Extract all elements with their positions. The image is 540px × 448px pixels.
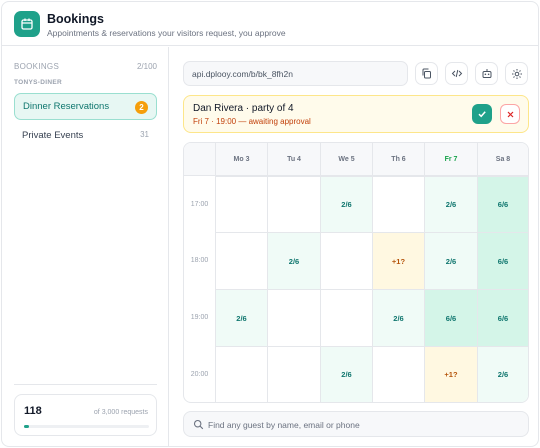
sidebar-item-dinner-reservations[interactable]: Dinner Reservations 2 <box>14 93 157 120</box>
time-slot[interactable] <box>320 232 372 289</box>
request-time: Fri 7 · 19:00 — awaiting approval <box>193 117 311 126</box>
pending-badge: 2 <box>135 101 148 114</box>
api-url-field[interactable]: api.dplooy.com/b/bk_8fh2n <box>183 61 408 86</box>
time-slot[interactable]: 2/6 <box>267 232 320 289</box>
org-name: TONYS-DINER <box>14 79 62 86</box>
booking-count: 2/100 <box>136 62 157 71</box>
time-slot[interactable]: 2/6 <box>320 176 372 232</box>
time-slot[interactable] <box>267 289 320 346</box>
embed-code-button[interactable] <box>445 62 468 85</box>
day-header: We 5 <box>320 143 372 176</box>
usage-bar-fill <box>24 425 29 428</box>
day-header: Sa 8 <box>477 143 528 176</box>
availability-calendar: Mo 3 Tu 4 We 5 Th 6 Fr 7 Sa 8 17:00 2/6 2/6 6/6 1… <box>183 142 529 403</box>
code-icon <box>451 69 462 78</box>
search-input[interactable]: Find any guest by name, email or phone <box>208 420 360 430</box>
time-slot[interactable]: 2/6 <box>424 232 477 289</box>
app-subtitle: Appointments & reservations your visitor… <box>47 28 286 38</box>
day-header: Fr 7 <box>424 143 477 176</box>
search-icon <box>193 419 204 430</box>
time-slot[interactable]: +1? <box>424 346 477 402</box>
guest-name: Dan Rivera · party of 4 <box>193 103 294 114</box>
time-slot[interactable] <box>372 176 424 232</box>
robot-icon <box>482 69 491 78</box>
app-title: Bookings <box>47 12 104 26</box>
day-header: Tu 4 <box>267 143 320 176</box>
copy-button[interactable] <box>415 62 438 85</box>
decline-button[interactable] <box>500 104 520 124</box>
time-slot[interactable]: 2/6 <box>320 346 372 402</box>
check-icon <box>478 111 486 118</box>
time-label: 18:00 <box>190 257 209 264</box>
sidebar-heading: BOOKINGS 2/100 <box>14 62 157 71</box>
settings-icon <box>511 68 522 79</box>
calendar-header: Mo 3 Tu 4 We 5 Th 6 Fr 7 Sa 8 <box>184 143 528 176</box>
bookings-window: Bookings Appointments & reservations you… <box>1 1 539 447</box>
usage-value: 118 <box>24 405 42 417</box>
time-slot[interactable] <box>267 346 320 402</box>
sidebar-heading-label: BOOKINGS <box>14 62 60 71</box>
pending-request-card: Dan Rivera · party of 4 Fri 7 · 19:00 — … <box>183 95 529 133</box>
time-slot[interactable] <box>372 346 424 402</box>
time-slot[interactable]: 2/6 <box>424 176 477 232</box>
time-slot[interactable] <box>215 346 267 402</box>
approve-button[interactable] <box>472 104 492 124</box>
time-label: 20:00 <box>190 370 209 378</box>
time-slot[interactable]: 2/6 <box>372 289 424 346</box>
time-slot[interactable]: 2/6 <box>215 289 267 346</box>
time-label: 19:00 <box>190 314 209 321</box>
bot-button[interactable] <box>475 62 498 85</box>
sidebar: BOOKINGS 2/100 TONYS-DINER Dinner Reserv… <box>2 47 169 446</box>
item-count: 31 <box>140 130 149 139</box>
copy-icon <box>422 68 431 79</box>
time-slot[interactable]: 2/6 <box>477 346 528 402</box>
time-slot[interactable] <box>215 176 267 232</box>
time-slot[interactable]: 6/6 <box>424 289 477 346</box>
sidebar-item-label: Private Events <box>22 130 84 141</box>
time-slot[interactable] <box>215 232 267 289</box>
usage-card: 118 of 3,000 requests <box>14 394 157 436</box>
day-header: Mo 3 <box>215 143 267 176</box>
time-slot[interactable] <box>320 289 372 346</box>
close-icon <box>507 111 513 117</box>
time-slot[interactable] <box>267 176 320 232</box>
guest-search[interactable]: Find any guest by name, email or phone <box>183 411 529 437</box>
day-header: Th 6 <box>372 143 424 176</box>
time-slot[interactable]: 6/6 <box>477 289 528 346</box>
app-header: Bookings Appointments & reservations you… <box>2 2 538 46</box>
usage-bar <box>24 425 149 428</box>
sidebar-item-label: Dinner Reservations <box>23 101 110 112</box>
usage-limit: of 3,000 requests <box>93 409 148 416</box>
time-slot[interactable]: 6/6 <box>477 176 528 232</box>
divider <box>14 384 157 385</box>
calendar-icon <box>14 11 40 37</box>
time-slot[interactable]: 6/6 <box>477 232 528 289</box>
sidebar-item-private-events[interactable]: Private Events 31 <box>14 122 157 149</box>
time-slot[interactable]: +1? <box>372 232 424 289</box>
settings-button[interactable] <box>505 62 528 85</box>
time-label: 17:00 <box>190 200 209 208</box>
